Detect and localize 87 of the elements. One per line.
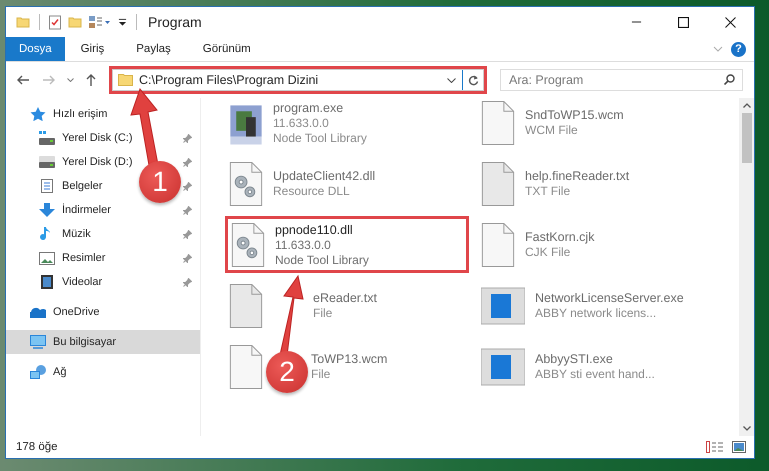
pin-icon[interactable] [183,134,192,142]
pin-icon[interactable] [183,158,192,166]
thumbnail-view-icon[interactable] [732,441,746,453]
folder-icon [118,74,133,86]
sidebar-item[interactable]: İndirmeler [6,198,115,222]
cloud-icon [30,305,46,319]
file-icon [229,344,263,388]
file-name: SndToWP15.wcm [525,108,624,122]
computer-icon [30,335,46,349]
gear-file-icon [229,162,263,206]
file-icon [481,222,515,266]
file-icon [229,284,263,328]
recent-caret-icon[interactable] [67,78,74,82]
file-detail: Resource DLL [273,184,351,198]
scrollbar-thumb[interactable] [742,113,752,163]
file-name: UpdateClient42.dll [273,169,376,183]
pictures-icon [39,251,55,265]
file-name: AbbyySTI.exe [535,352,614,366]
window-title: Program [148,14,202,30]
network-icon [30,365,46,379]
file-name: ppnode110.dll [275,222,354,236]
sidebar-item[interactable]: Videolar [6,270,106,294]
file-detail: 11.633.0.0 [275,238,332,252]
sidebar-item[interactable]: Müzik [6,222,95,246]
file-detail: ABBY sti event hand... [535,367,655,381]
pin-icon[interactable] [183,278,192,286]
file-detail: TXT File [525,184,572,198]
pin-icon[interactable] [183,206,192,214]
file-detail: CJK File [525,245,572,259]
file-detail: ABBY network licens... [535,306,658,320]
file-detail: Node Tool Library [275,252,369,266]
drive-c-icon [39,131,55,145]
sidebar-item[interactable]: Yerel Disk (C:) [6,126,136,150]
view-icon[interactable] [89,16,111,28]
address-bar[interactable]: C:\Program Files\Program Dizini [112,69,484,91]
help-button[interactable]: ? [731,42,746,56]
maximize-icon[interactable] [678,16,689,28]
file-name: NetworkLicenseServer.exe [535,291,684,305]
file-tile[interactable]: ppnode110.dll 11.633.0.0 Node Tool Library [225,216,469,273]
file-name: program.exe [273,100,344,114]
item-count: 178 öğe [16,441,58,453]
ribbon-tab[interactable]: Paylaş [120,37,187,61]
file-name: eReader.txt [313,291,377,305]
search-field[interactable]: Ara: Program [500,69,743,91]
file-name: help.fineReader.txt [525,169,630,183]
file-name: FastKorn.cjk [525,230,594,244]
file-detail: 11.633.0.0 [273,116,330,130]
details-view-icon[interactable] [706,441,724,453]
sidebar-item[interactable]: Ağ [6,360,70,384]
file-icon [481,100,515,144]
download-icon [39,203,55,217]
close-icon[interactable] [725,16,736,28]
back-icon[interactable] [17,75,30,85]
drive-icon [39,155,55,169]
up-icon[interactable] [86,74,96,86]
ribbon-tab[interactable]: Dosya [6,37,65,61]
file-detail: File [311,367,332,381]
ribbon-tab[interactable]: Giriş [64,37,120,61]
sidebar-item[interactable]: Hızlı erişim [6,102,112,126]
minimize-icon[interactable] [631,21,642,23]
scroll-down-icon[interactable] [742,426,750,431]
documents-icon [39,179,55,193]
dropdown-caret-icon[interactable] [447,78,456,82]
sidebar-item[interactable]: Yerel Disk (D:) [6,150,136,174]
file-icon [481,162,515,206]
sidebar-item[interactable]: Bu bilgisayar [6,330,200,354]
pin-icon[interactable] [183,254,192,262]
gear-file-icon [231,222,265,266]
search-icon [724,74,735,85]
videos-icon [39,275,55,289]
file-name: ToWP13.wcm [311,352,388,366]
folder-icon [16,16,30,28]
file-detail: WCM File [525,123,579,137]
address-path: C:\Program Files\Program Dizini [139,73,320,87]
ribbon-tab[interactable]: Görünüm [186,37,267,61]
properties-icon[interactable] [49,14,61,30]
refresh-icon [468,74,478,86]
pin-icon[interactable] [183,230,192,238]
file-detail: Node Tool Library [273,130,367,144]
sidebar-item[interactable]: Resimler [6,246,110,270]
file-detail: File [313,306,334,320]
star-icon [30,107,46,121]
sidebar-item[interactable]: Belgeler [6,174,106,198]
sidebar-item[interactable]: OneDrive [6,300,104,324]
scroll-up-icon[interactable] [742,103,750,108]
pin-icon[interactable] [183,182,192,190]
customize-icon[interactable] [118,18,127,26]
